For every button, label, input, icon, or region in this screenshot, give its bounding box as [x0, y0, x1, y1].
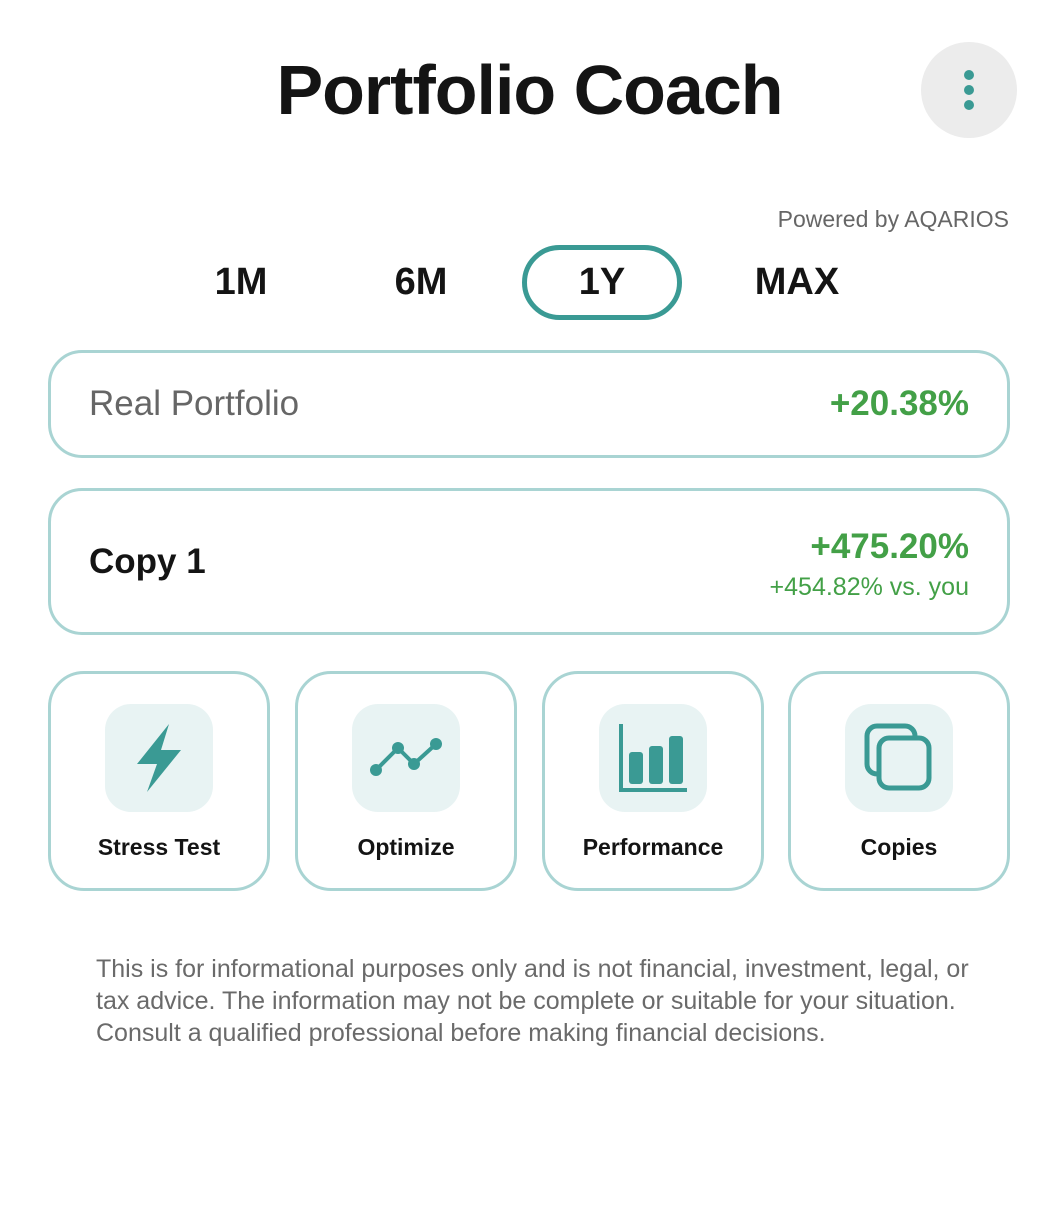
copy-1-label: Copy 1 — [89, 541, 206, 581]
stress-test-button[interactable]: Stress Test — [48, 671, 270, 891]
period-1y-tab-selected[interactable]: 1Y — [522, 245, 682, 320]
trend-line-icon — [370, 738, 442, 776]
copies-icon-box — [845, 704, 953, 812]
real-portfolio-card[interactable]: Real Portfolio +20.38% — [48, 350, 1010, 458]
real-portfolio-label: Real Portfolio — [89, 384, 300, 423]
performance-icon-box — [599, 704, 707, 812]
period-selector: 1M 6M 1Y MAX — [0, 245, 1059, 320]
performance-button[interactable]: Performance — [542, 671, 764, 891]
performance-label: Performance — [582, 834, 724, 860]
stress-test-icon-box — [105, 704, 213, 812]
copy-1-card[interactable]: Copy 1 +475.20% +454.82% vs. you — [48, 488, 1010, 635]
real-portfolio-return: +20.38% — [829, 384, 969, 423]
portfolio-coach-screen: Portfolio Coach Powered by AQARIOS 1M 6M… — [0, 0, 1059, 1226]
copies-icon — [864, 723, 932, 791]
optimize-button[interactable]: Optimize — [295, 671, 517, 891]
page-title: Portfolio Coach — [276, 51, 783, 129]
copies-button[interactable]: Copies — [788, 671, 1010, 891]
copy-1-return: +475.20% — [810, 527, 969, 566]
more-options-button[interactable] — [921, 42, 1017, 138]
period-max-tab[interactable]: MAX — [737, 245, 857, 320]
kebab-menu-icon — [964, 70, 974, 110]
disclaimer-text: This is for informational purposes only … — [96, 955, 969, 1047]
bar-chart-icon — [619, 724, 687, 792]
period-6m-tab[interactable]: 6M — [361, 245, 481, 320]
copy-1-comparison: +454.82% vs. you — [769, 573, 969, 601]
period-1m-tab[interactable]: 1M — [181, 245, 301, 320]
lightning-icon — [137, 724, 181, 792]
copies-label: Copies — [860, 834, 938, 860]
optimize-label: Optimize — [357, 834, 455, 860]
powered-by-label: Powered by AQARIOS — [777, 206, 1009, 232]
optimize-icon-box — [352, 704, 460, 812]
stress-test-label: Stress Test — [97, 834, 221, 860]
